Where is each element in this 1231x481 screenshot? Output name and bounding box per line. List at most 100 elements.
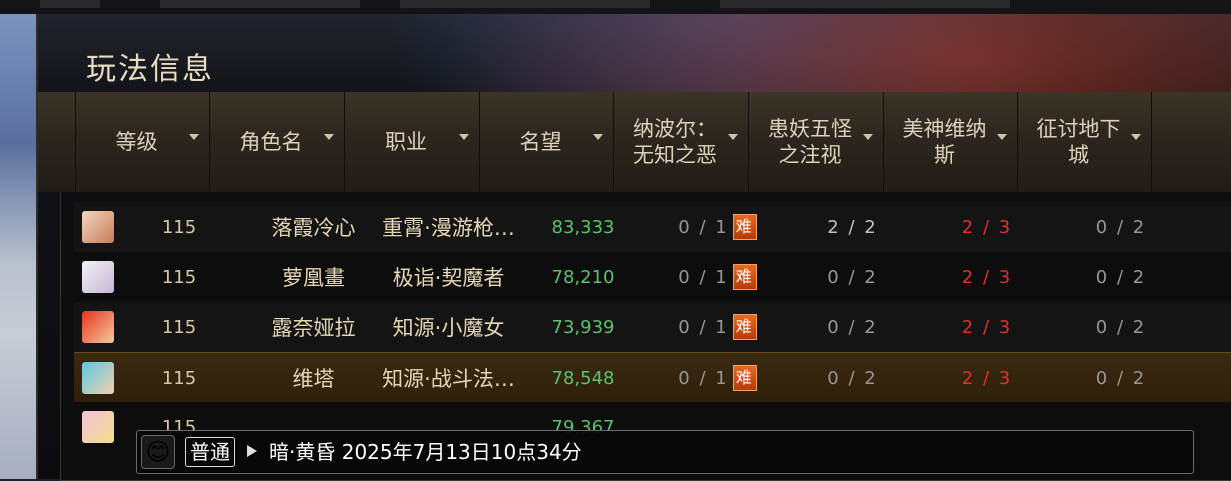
header-fame-col[interactable]: 名望 xyxy=(480,92,614,192)
cell-dungeon: 0 / 2 xyxy=(1054,252,1188,302)
hard-badge: 难 xyxy=(732,214,757,240)
cell-napol-text: 0 / 1 xyxy=(678,367,729,389)
cell-venus: 2 / 3 xyxy=(920,353,1054,403)
cell-five: 2 / 2 xyxy=(785,202,920,252)
top-bar xyxy=(0,0,1231,14)
cell-dungeon-text: 0 / 2 xyxy=(1095,216,1147,238)
hard-badge: 难 xyxy=(732,314,757,340)
header-label: 名望 xyxy=(519,130,562,154)
channel-arrow-icon xyxy=(247,445,257,457)
panel-title: 玩法信息 xyxy=(86,52,214,87)
cell-five-text: 0 / 2 xyxy=(827,367,878,389)
cell-name-text: 落霞冷心 xyxy=(271,216,356,240)
cell-fame-text: 83,333 xyxy=(551,216,615,238)
cell-name: 落霞冷心 xyxy=(246,202,381,252)
background-left xyxy=(0,0,36,479)
cell-napol: 0 / 1难 xyxy=(650,353,785,403)
cell-venus-text: 2 / 3 xyxy=(961,266,1013,288)
table-row[interactable]: 115 维塔 知源·战斗法… 78,548 0 / 1难 0 / 2 2 / 3 0 / 2 xyxy=(74,352,1231,404)
cell-level-text: 115 xyxy=(161,266,197,288)
table-row[interactable]: 115 露奈娅拉 知源·小魔女 73,939 0 / 1难 0 / 2 2 / 3 0 / 2 xyxy=(74,302,1231,352)
header-extra-col xyxy=(1152,92,1231,192)
cell-venus-text: 2 / 3 xyxy=(961,316,1013,338)
sort-arrow-icon xyxy=(459,134,469,140)
cell-venus-text: 2 / 3 xyxy=(961,216,1013,238)
sort-arrow-icon xyxy=(189,134,199,140)
table-row[interactable]: 115 落霞冷心 重霄·漫游枪… 83,333 0 / 1难 2 / 2 2 / 3 0 / … xyxy=(74,202,1231,252)
header-label: 等级 xyxy=(115,130,158,154)
red-hair-witch-avatar xyxy=(82,311,114,343)
cell-fame-text: 78,210 xyxy=(551,266,615,288)
hard-badge: 难 xyxy=(732,365,757,391)
chat-channel-button[interactable]: 普通 xyxy=(185,437,235,467)
header-job-col[interactable]: 职业 xyxy=(345,92,480,192)
cell-five: 0 / 2 xyxy=(785,302,920,352)
cell-venus: 2 / 3 xyxy=(920,202,1054,252)
female-mage-avatar xyxy=(82,261,114,293)
cell-level-text: 115 xyxy=(161,316,197,338)
cell-fame-text: 78,548 xyxy=(551,367,615,389)
cell-napol: 0 / 1难 xyxy=(650,252,785,302)
cell-napol-text: 0 / 1 xyxy=(678,216,729,238)
header-label: 患妖五怪 之注视 xyxy=(768,117,852,167)
cell-five-text: 2 / 2 xyxy=(827,216,878,238)
header-name-col[interactable]: 角色名 xyxy=(210,92,345,192)
hard-badge: 难 xyxy=(732,264,757,290)
cell-fame: 78,210 xyxy=(516,252,650,302)
cell-level: 115 xyxy=(112,252,246,302)
cell-fame: 83,333 xyxy=(516,202,650,252)
header-venus-col[interactable]: 美神维纳斯 xyxy=(884,92,1018,192)
table-header: 等级 角色名 职业 名望 纳波尔： 无知之恶 患妖五怪 之注视 美神维纳斯征讨地下城 xyxy=(38,92,1231,194)
cell-five: 0 / 2 xyxy=(785,252,920,302)
cell-name-text: 露奈娅拉 xyxy=(271,316,356,340)
sort-arrow-icon xyxy=(324,134,334,140)
cell-name-text: 萝凰畫 xyxy=(282,266,345,290)
pink-hair-avatar xyxy=(82,411,114,443)
cell-dungeon-text: 0 / 2 xyxy=(1095,367,1147,389)
cell-dungeon: 0 / 2 xyxy=(1054,353,1188,403)
cell-napol-text: 0 / 1 xyxy=(678,266,729,288)
header-napol-col[interactable]: 纳波尔： 无知之恶 xyxy=(614,92,749,192)
cell-job-text: 极诣·契魔者 xyxy=(392,266,505,290)
chat-message: 暗·黄昏 2025年7月13日10点34分 xyxy=(269,440,582,464)
header-label: 纳波尔： 无知之恶 xyxy=(633,117,717,167)
cell-venus-text: 2 / 3 xyxy=(961,367,1013,389)
header-five-col[interactable]: 患妖五怪 之注视 xyxy=(749,92,884,192)
cell-level-text: 115 xyxy=(161,216,197,238)
cell-job-text: 重霄·漫游枪… xyxy=(382,216,515,240)
sort-arrow-icon xyxy=(1131,134,1141,140)
sort-arrow-icon xyxy=(593,134,603,140)
header-label: 职业 xyxy=(385,130,427,154)
cell-five-text: 0 / 2 xyxy=(827,316,878,338)
cell-napol: 0 / 1难 xyxy=(650,302,785,352)
cell-level: 115 xyxy=(112,302,246,352)
cell-fame-text: 73,939 xyxy=(551,316,615,338)
table-row[interactable]: 115 萝凰畫 极诣·契魔者 78,210 0 / 1难 0 / 2 2 / 3 0 / 2 xyxy=(74,252,1231,302)
header-label: 征讨地下城 xyxy=(1036,117,1121,167)
cell-job-text: 知源·战斗法… xyxy=(382,367,515,391)
sort-arrow-icon xyxy=(863,134,873,140)
cell-name: 露奈娅拉 xyxy=(246,302,381,352)
header-level-col[interactable]: 等级 xyxy=(76,92,210,192)
sort-arrow-icon xyxy=(728,134,738,140)
cell-dungeon-text: 0 / 2 xyxy=(1095,266,1147,288)
header-dungeon-col[interactable]: 征讨地下城 xyxy=(1018,92,1152,192)
cell-fame: 78,548 xyxy=(516,353,650,403)
cell-dungeon: 0 / 2 xyxy=(1054,302,1188,352)
header-label: 美神维纳斯 xyxy=(902,117,987,167)
cell-dungeon: 0 / 2 xyxy=(1054,202,1188,252)
cell-name: 萝凰畫 xyxy=(246,252,381,302)
cell-venus: 2 / 3 xyxy=(920,252,1054,302)
cell-job: 极诣·契魔者 xyxy=(381,252,516,302)
header-avatar-col xyxy=(38,92,76,192)
cell-job: 重霄·漫游枪… xyxy=(381,202,516,252)
cell-venus: 2 / 3 xyxy=(920,302,1054,352)
smiley-icon[interactable]: 😊 xyxy=(141,435,175,469)
chat-bar[interactable]: 😊 普通 暗·黄昏 2025年7月13日10点34分 xyxy=(136,430,1194,474)
cell-level-text: 115 xyxy=(161,367,197,389)
cell-level: 115 xyxy=(112,202,246,252)
cell-dungeon-text: 0 / 2 xyxy=(1095,316,1147,338)
cell-name-text: 维塔 xyxy=(292,367,335,391)
sort-arrow-icon xyxy=(997,134,1007,140)
cell-napol: 0 / 1难 xyxy=(650,202,785,252)
